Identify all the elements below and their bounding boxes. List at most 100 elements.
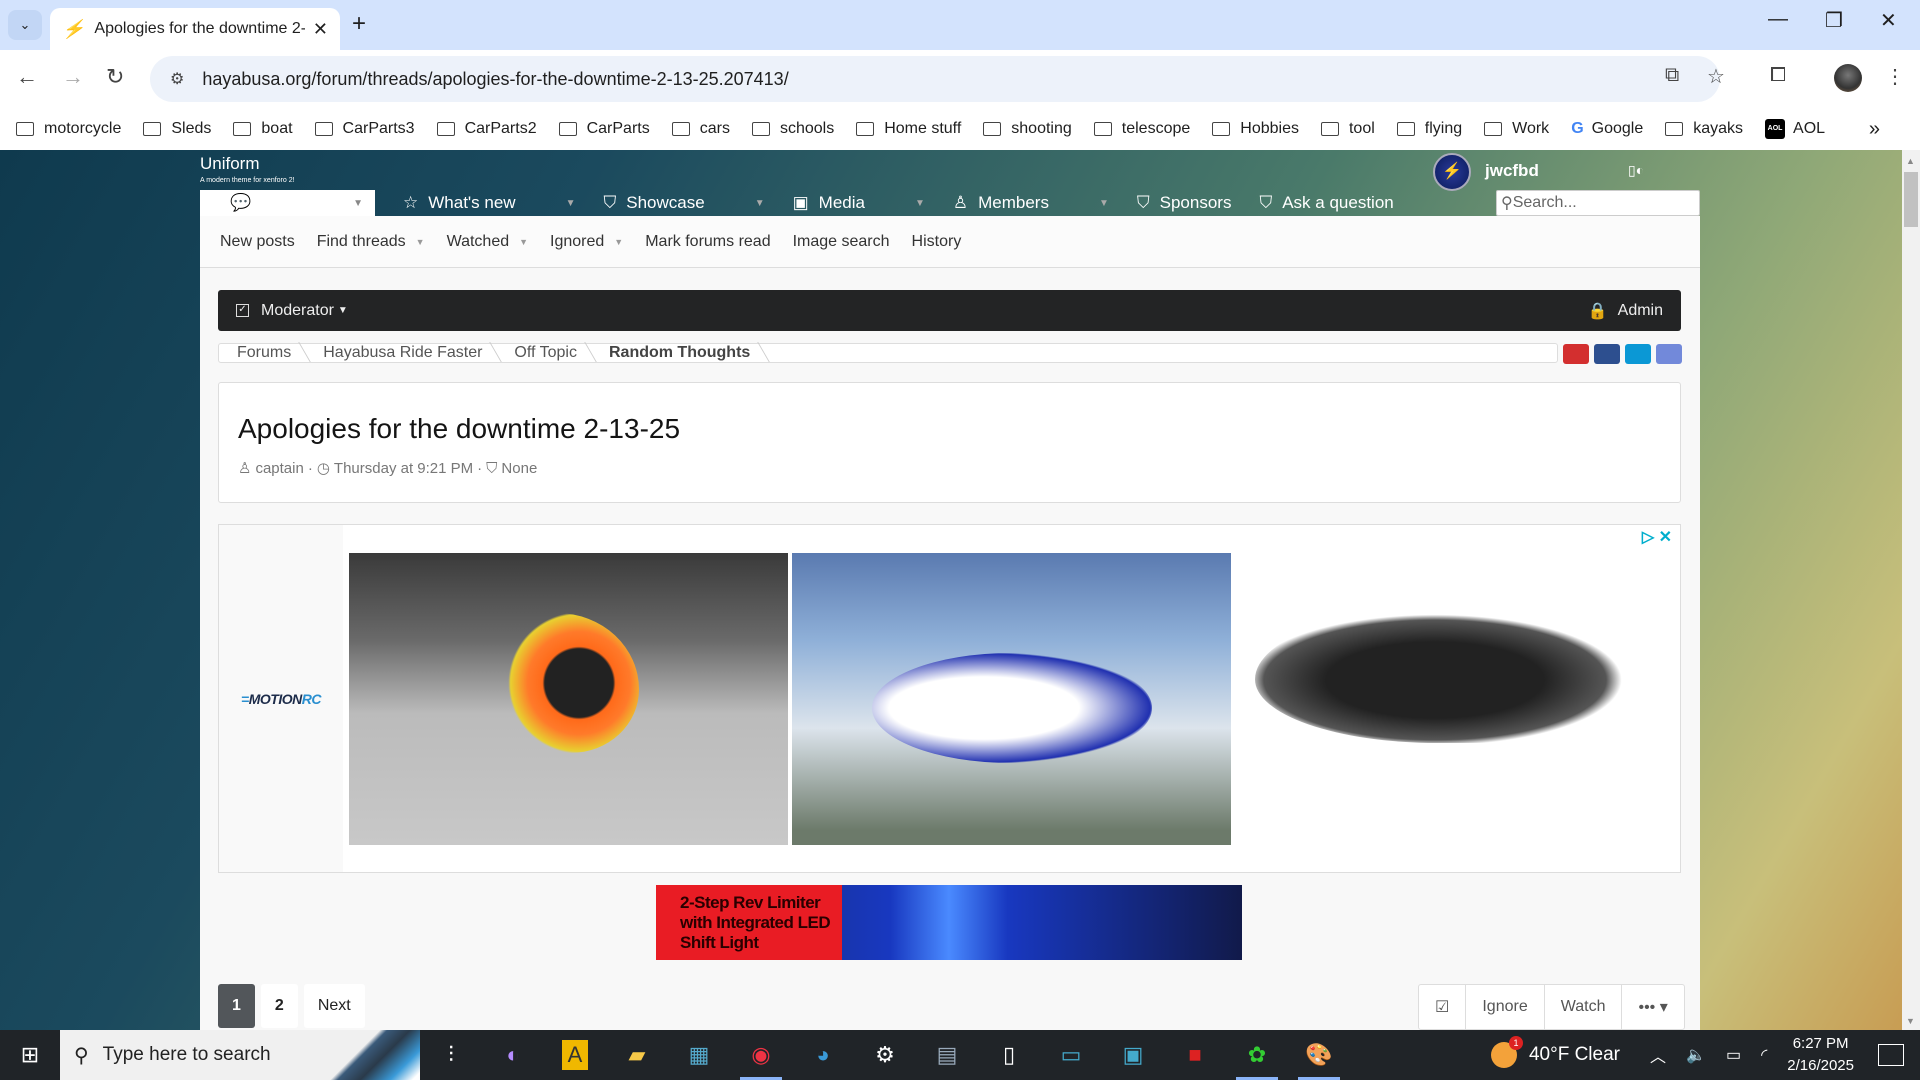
volume-icon[interactable]: 🔈 (1686, 1045, 1706, 1065)
share-button-blue[interactable] (1625, 344, 1651, 364)
share-button-discord[interactable] (1656, 344, 1682, 364)
clock[interactable]: 6:27 PM 2/16/2025 (1787, 1033, 1854, 1077)
chevron-down-icon[interactable]: ▼ (1099, 198, 1109, 209)
bookmark-item[interactable]: tool (1320, 120, 1375, 138)
more-bookmarks-button[interactable]: » (1869, 118, 1880, 141)
subnav-find-threads[interactable]: Find threads ▼ (317, 233, 425, 251)
weather-widget[interactable]: 1 40°F Clear (1490, 1036, 1620, 1068)
close-window-icon[interactable]: ✕ (1880, 8, 1897, 33)
thread-date[interactable]: Thursday at 9:21 PM (334, 460, 473, 477)
site-logo-title[interactable]: Uniform (200, 154, 260, 174)
ad-image-orange-helicopter[interactable] (349, 553, 788, 845)
bookmark-item[interactable]: flying (1396, 120, 1462, 138)
bookmark-item[interactable]: G Google (1571, 120, 1643, 138)
chevron-down-icon[interactable]: ▼ (755, 198, 765, 209)
scroll-up-icon[interactable]: ▲ (1906, 156, 1915, 166)
banner-ad[interactable]: 2-Step Rev Limiter with Integrated LED S… (656, 885, 1242, 960)
nav-showcase[interactable]: ⛉ Showcase ▼ (576, 193, 765, 213)
file-explorer-icon[interactable]: ▰ (606, 1030, 668, 1080)
theme-toggle-icon[interactable]: ▯◐ (1628, 162, 1644, 179)
bookmark-item[interactable]: cars (671, 120, 730, 138)
watch-button[interactable]: Watch (1545, 985, 1623, 1029)
nav-media[interactable]: ▣ Media ▼ (765, 193, 925, 213)
copilot-icon[interactable]: ◐ (482, 1030, 544, 1080)
subnav-new-posts[interactable]: New posts (220, 233, 295, 251)
bookmark-item[interactable]: telescope (1093, 120, 1190, 138)
nav-sponsors[interactable]: ⛉ Sponsors (1109, 193, 1232, 213)
page-2-button[interactable]: 2 (260, 984, 298, 1028)
ignore-button[interactable]: Ignore (1466, 985, 1545, 1029)
page-scrollbar[interactable]: ▲ ▼ (1902, 150, 1920, 1030)
moderator-menu[interactable]: ✓ Moderator ▼ (236, 302, 348, 320)
wifi-icon[interactable]: ◜ (1761, 1045, 1767, 1065)
chevron-up-icon[interactable]: ︿ (1650, 1043, 1666, 1067)
tab-search-button[interactable]: ⌄ (8, 10, 42, 40)
green-flower-app-icon[interactable]: ✿ (1226, 1030, 1288, 1080)
subnav-ignored[interactable]: Ignored ▼ (550, 233, 623, 251)
chevron-down-icon[interactable]: ▼ (416, 237, 425, 247)
bookmark-item[interactable]: CarParts3 (314, 120, 415, 138)
browser-tab-active[interactable]: ⚡ Apologies for the downtime 2-1 ✕ (50, 8, 340, 50)
username-link[interactable]: jwcfbd (1485, 161, 1539, 181)
chrome-menu-icon[interactable]: ⋮ (1885, 64, 1905, 89)
nav-whats-new[interactable]: ☆ What's new ▼ (375, 193, 576, 213)
notepad-icon[interactable]: ▯ (978, 1030, 1040, 1080)
subnav-mark-forums-read[interactable]: Mark forums read (645, 233, 770, 251)
chevron-down-icon[interactable]: ▼ (614, 237, 623, 247)
notifications-icon[interactable] (1878, 1044, 1904, 1066)
close-tab-icon[interactable]: ✕ (313, 19, 328, 40)
bookmark-item[interactable]: schools (751, 120, 834, 138)
bookmark-item[interactable]: Hobbies (1212, 120, 1299, 138)
profile-avatar[interactable] (1834, 64, 1862, 92)
nav-members[interactable]: ♙ Members ▼ (925, 193, 1109, 213)
share-button-red[interactable] (1563, 344, 1589, 364)
ad-choices-icon[interactable]: ▷ ✕ (1642, 527, 1672, 547)
subnav-watched[interactable]: Watched ▼ (447, 233, 528, 251)
bookmark-item[interactable]: CarParts (558, 120, 650, 138)
breadcrumb-off-topic[interactable]: Off Topic (496, 344, 591, 362)
task-view-icon[interactable]: ⫶ (420, 1030, 482, 1080)
breadcrumb-hayabusa-ride-faster[interactable]: Hayabusa Ride Faster (305, 344, 496, 362)
settings-icon[interactable]: ⚙ (854, 1030, 916, 1080)
forward-icon[interactable]: → (62, 64, 84, 90)
bookmark-item[interactable]: boat (233, 120, 293, 138)
extensions-icon[interactable]: ⧠ (1770, 64, 1786, 87)
red-app-icon[interactable]: ■ (1164, 1030, 1226, 1080)
breadcrumb-random-thoughts[interactable]: Random Thoughts (591, 344, 764, 362)
nav-forums[interactable]: 💬 ▼ (200, 190, 375, 216)
breadcrumb-forums[interactable]: Forums (219, 344, 305, 362)
bookmark-item[interactable]: Home stuff (856, 120, 961, 138)
bookmark-item[interactable]: CarParts2 (436, 120, 537, 138)
page-1-button[interactable]: 1 (218, 984, 255, 1028)
install-app-icon[interactable]: ⧉ (1665, 64, 1679, 87)
subnav-history[interactable]: History (912, 233, 962, 251)
subnav-image-search[interactable]: Image search (793, 233, 890, 251)
windows-start-icon[interactable]: ⊞ (0, 1042, 60, 1068)
ad-image-black-helicopter[interactable] (1235, 553, 1674, 845)
select-thread-checkbox[interactable]: ☑ (1419, 985, 1467, 1029)
address-bar[interactable]: ⚙ hayabusa.org/forum/threads/apologies-f… (150, 56, 1720, 102)
drafting-app-icon[interactable]: A (544, 1030, 606, 1080)
bookmark-item[interactable]: motorcycle (16, 120, 121, 138)
back-icon[interactable]: ← (16, 64, 38, 90)
thread-author[interactable]: captain (255, 460, 303, 477)
user-avatar[interactable]: ⚡ (1433, 153, 1471, 191)
bookmark-item[interactable]: AOL AOL (1765, 119, 1825, 139)
chevron-down-icon[interactable]: ▼ (566, 198, 576, 209)
more-options-button[interactable]: ••• ▾ (1622, 985, 1683, 1029)
share-button-facebook[interactable] (1594, 344, 1620, 364)
new-tab-button[interactable]: + (352, 10, 366, 38)
next-page-button[interactable]: Next (303, 984, 365, 1028)
ad-image-medical-helicopter[interactable] (792, 553, 1231, 845)
reload-icon[interactable]: ↻ (106, 64, 124, 90)
chevron-down-icon[interactable]: ▼ (519, 237, 528, 247)
bookmark-star-icon[interactable]: ☆ (1707, 64, 1725, 89)
advertisement[interactable]: =MOTIONRC ▷ ✕ (218, 524, 1681, 873)
nav-ask-question[interactable]: ⛉ Ask a question (1231, 193, 1393, 213)
control-panel-icon[interactable]: ▣ (1102, 1030, 1164, 1080)
battery-icon[interactable]: ▭ (1726, 1045, 1741, 1065)
scroll-down-icon[interactable]: ▼ (1906, 1016, 1915, 1026)
paint-icon[interactable]: 🎨 (1288, 1030, 1350, 1080)
bookmark-item[interactable]: shooting (983, 120, 1072, 138)
site-search-input[interactable]: ⚲ Search... (1496, 190, 1700, 216)
